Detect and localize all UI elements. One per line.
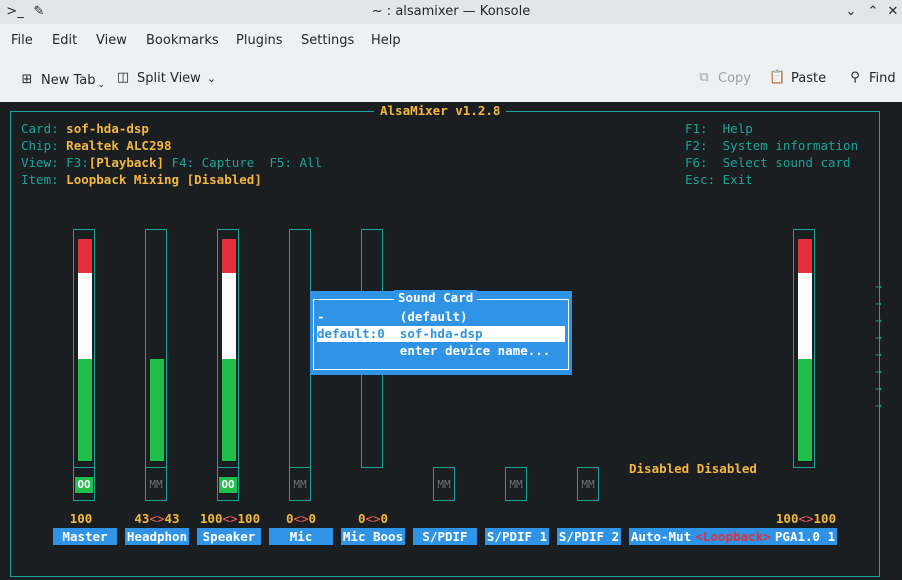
new-tab-label: New Tab xyxy=(41,72,96,88)
control-name-spdif-2[interactable]: S/PDIF 2 xyxy=(557,528,621,545)
value-headphone: 43<>43 xyxy=(134,511,180,526)
minimize-icon[interactable]: ⌄ xyxy=(842,3,860,21)
menu-file[interactable]: File xyxy=(11,33,33,48)
scroll-right-arrows: → → → → → → → → xyxy=(875,280,882,412)
copy-button[interactable]: ⧉ Copy xyxy=(696,70,751,86)
menu-settings[interactable]: Settings xyxy=(301,33,354,48)
disabled-status: Disabled Disabled xyxy=(629,461,757,476)
help-key-f1: F1: Help xyxy=(685,121,753,136)
help-key-esc: Esc: Exit xyxy=(685,172,753,187)
title-bar: >_ ✎ ~ : alsamixer — Konsole ⌄ ⌃ ✕ xyxy=(0,0,902,24)
control-name-mic-boost[interactable]: Mic Boos xyxy=(341,528,405,545)
control-name-master[interactable]: Master xyxy=(53,528,117,545)
frame-title: AlsaMixer v1.2.8 xyxy=(374,103,507,118)
sound-card-option-default[interactable]: - (default) xyxy=(317,309,565,325)
sound-card-option-enter-name[interactable]: enter device name... xyxy=(317,343,565,359)
find-button[interactable]: ⚲ Find xyxy=(847,70,896,86)
split-view-button[interactable]: ◫ Split View ⌄ xyxy=(115,70,216,86)
copy-label: Copy xyxy=(718,70,751,86)
help-key-f2: F2: System information xyxy=(685,138,859,153)
new-tab-icon: ⊞ xyxy=(21,72,33,87)
item-line: Item: Loopback Mixing [Disabled] xyxy=(21,172,262,187)
sound-card-dialog: Sound Card - (default) default:0 sof-hda… xyxy=(310,290,572,375)
volume-meter-speaker[interactable] xyxy=(217,229,239,468)
menu-plugins[interactable]: Plugins xyxy=(236,33,283,48)
mute-toggle-headphone[interactable]: MM xyxy=(145,467,167,501)
menu-bar: File Edit View Bookmarks Plugins Setting… xyxy=(0,28,902,54)
paste-icon: 📋 xyxy=(769,70,786,85)
mute-toggle-spdif-2[interactable]: MM xyxy=(577,467,599,501)
split-view-label: Split View xyxy=(137,70,201,86)
value-speaker: 100<>100 xyxy=(199,511,261,526)
mute-toggle-mic[interactable]: MM xyxy=(289,467,311,501)
menu-view[interactable]: View xyxy=(96,33,127,48)
chevron-down-icon: ⌄ xyxy=(97,80,106,90)
control-name-mic[interactable]: Mic xyxy=(269,528,333,545)
control-name-spdif-1[interactable]: S/PDIF 1 xyxy=(485,528,549,545)
menu-help[interactable]: Help xyxy=(371,33,401,48)
control-name-pga[interactable]: PGA1.0 1 xyxy=(773,528,837,545)
help-key-f6: F6: Select sound card xyxy=(685,155,851,170)
close-icon[interactable]: ✕ xyxy=(884,3,902,21)
control-name-headphone[interactable]: Headphon xyxy=(125,528,189,545)
card-line: Card: sof-hda-dsp xyxy=(21,121,149,136)
chip-line: Chip: Realtek ALC298 xyxy=(21,138,172,153)
copy-icon: ⧉ xyxy=(699,70,709,85)
menu-bookmarks[interactable]: Bookmarks xyxy=(146,33,219,48)
mute-toggle-spdif-1[interactable]: MM xyxy=(505,467,527,501)
paste-button[interactable]: 📋 Paste xyxy=(769,70,826,86)
value-mic: 0<>0 xyxy=(285,511,317,526)
dialog-title: Sound Card xyxy=(394,290,478,305)
volume-meter-headphone[interactable] xyxy=(145,229,167,468)
maximize-icon[interactable]: ⌃ xyxy=(864,3,882,21)
mute-toggle-speaker[interactable]: OO xyxy=(217,467,239,501)
new-tab-button[interactable]: ⊞ New Tab ⌄ xyxy=(19,70,106,90)
view-line: View: F3:[Playback] F4: Capture F5: All xyxy=(21,155,323,170)
toolbar: ⊞ New Tab ⌄ ◫ Split View ⌄ ⧉ Copy 📋 Past… xyxy=(0,62,902,96)
menu-edit[interactable]: Edit xyxy=(52,33,77,48)
volume-meter-pga[interactable] xyxy=(793,229,815,468)
chevron-down-icon: ⌄ xyxy=(206,71,217,85)
sound-card-option-sof-hda-dsp[interactable]: default:0 sof-hda-dsp xyxy=(317,326,565,342)
split-view-icon: ◫ xyxy=(116,70,130,85)
terminal-area[interactable]: AlsaMixer v1.2.8 Card: sof-hda-dsp Chip:… xyxy=(0,102,902,580)
mute-toggle-spdif[interactable]: MM xyxy=(433,467,455,501)
find-label: Find xyxy=(869,70,896,86)
value-mic-boost: 0<>0 xyxy=(357,511,389,526)
value-master: 100 xyxy=(69,511,93,526)
control-name-speaker[interactable]: Speaker xyxy=(197,528,261,545)
paste-label: Paste xyxy=(791,70,827,86)
search-icon: ⚲ xyxy=(850,70,860,85)
control-name-spdif[interactable]: S/PDIF xyxy=(413,528,477,545)
volume-meter-master[interactable] xyxy=(73,229,95,468)
value-pga: 100<>100 xyxy=(775,511,837,526)
control-name-loopback[interactable]: <Loopback> xyxy=(693,528,773,545)
volume-meter-mic[interactable] xyxy=(289,229,311,468)
window-title: ~ : alsamixer — Konsole xyxy=(371,4,531,19)
mute-toggle-master[interactable]: OO xyxy=(73,467,95,501)
control-name-auto-mute[interactable]: Auto-Mut xyxy=(629,528,693,545)
